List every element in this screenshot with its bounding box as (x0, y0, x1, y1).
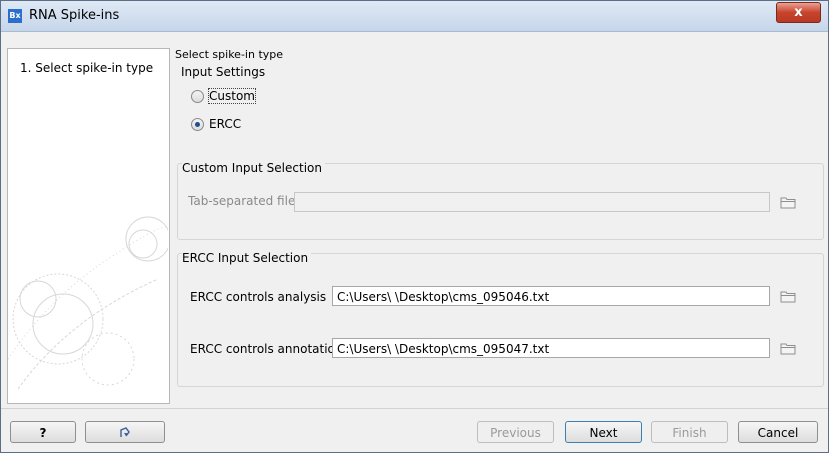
tab-separated-file-input[interactable] (294, 192, 770, 212)
reset-button[interactable] (85, 421, 165, 443)
title-bar: Bx RNA Spike-ins x (1, 1, 828, 32)
close-button[interactable]: x (776, 2, 821, 23)
ercc-controls-annotation-label: ERCC controls annotation (190, 342, 343, 356)
tab-separated-file-label: Tab-separated file (188, 194, 296, 208)
ercc-controls-analysis-label: ERCC controls analysis (190, 290, 327, 304)
radio-custom-indicator[interactable] (191, 89, 204, 103)
help-button[interactable]: ? (10, 421, 76, 443)
radio-ercc-label[interactable]: ERCC (209, 117, 241, 131)
ercc-controls-analysis-input[interactable]: C:\Users\ \Desktop\cms_095046.txt (332, 286, 770, 306)
folder-icon[interactable] (780, 342, 796, 355)
cancel-button[interactable]: Cancel (738, 421, 818, 443)
dialog-window: Bx RNA Spike-ins x 1. Select spike-in ty… (0, 0, 829, 453)
custom-input-title: Custom Input Selection (182, 161, 325, 175)
folder-icon[interactable] (780, 290, 796, 303)
input-settings-title: Input Settings (181, 65, 269, 79)
radio-ercc-indicator[interactable] (191, 117, 204, 131)
folder-icon[interactable] (780, 196, 796, 209)
custom-input-group: Custom Input Selection Tab-separated fil… (177, 161, 824, 240)
app-icon: Bx (8, 9, 22, 23)
ercc-input-group: ERCC Input Selection ERCC controls analy… (177, 251, 824, 387)
window-title: RNA Spike-ins (29, 8, 120, 23)
radio-custom[interactable]: Custom (191, 88, 256, 104)
wizard-steps-panel: 1. Select spike-in type (7, 48, 170, 404)
footer-separator (1, 408, 828, 409)
page-title: Select spike-in type (175, 48, 284, 61)
step-select-spike-in-type: 1. Select spike-in type (20, 61, 154, 75)
ercc-controls-annotation-input[interactable]: C:\Users\ \Desktop\cms_095047.txt (332, 338, 770, 358)
radio-custom-label[interactable]: Custom (208, 88, 256, 104)
wizard-content: Select spike-in type Input Settings Cust… (173, 48, 824, 402)
reset-arrow-icon (120, 427, 130, 437)
input-settings-group: Input Settings Custom ERCC (177, 65, 819, 146)
finish-button[interactable]: Finish (651, 421, 728, 443)
decorative-swirl-graphic (8, 216, 168, 390)
ercc-input-title: ERCC Input Selection (182, 251, 312, 265)
previous-button[interactable]: Previous (477, 421, 554, 443)
next-button[interactable]: Next (565, 421, 642, 443)
radio-ercc[interactable]: ERCC (191, 117, 241, 131)
